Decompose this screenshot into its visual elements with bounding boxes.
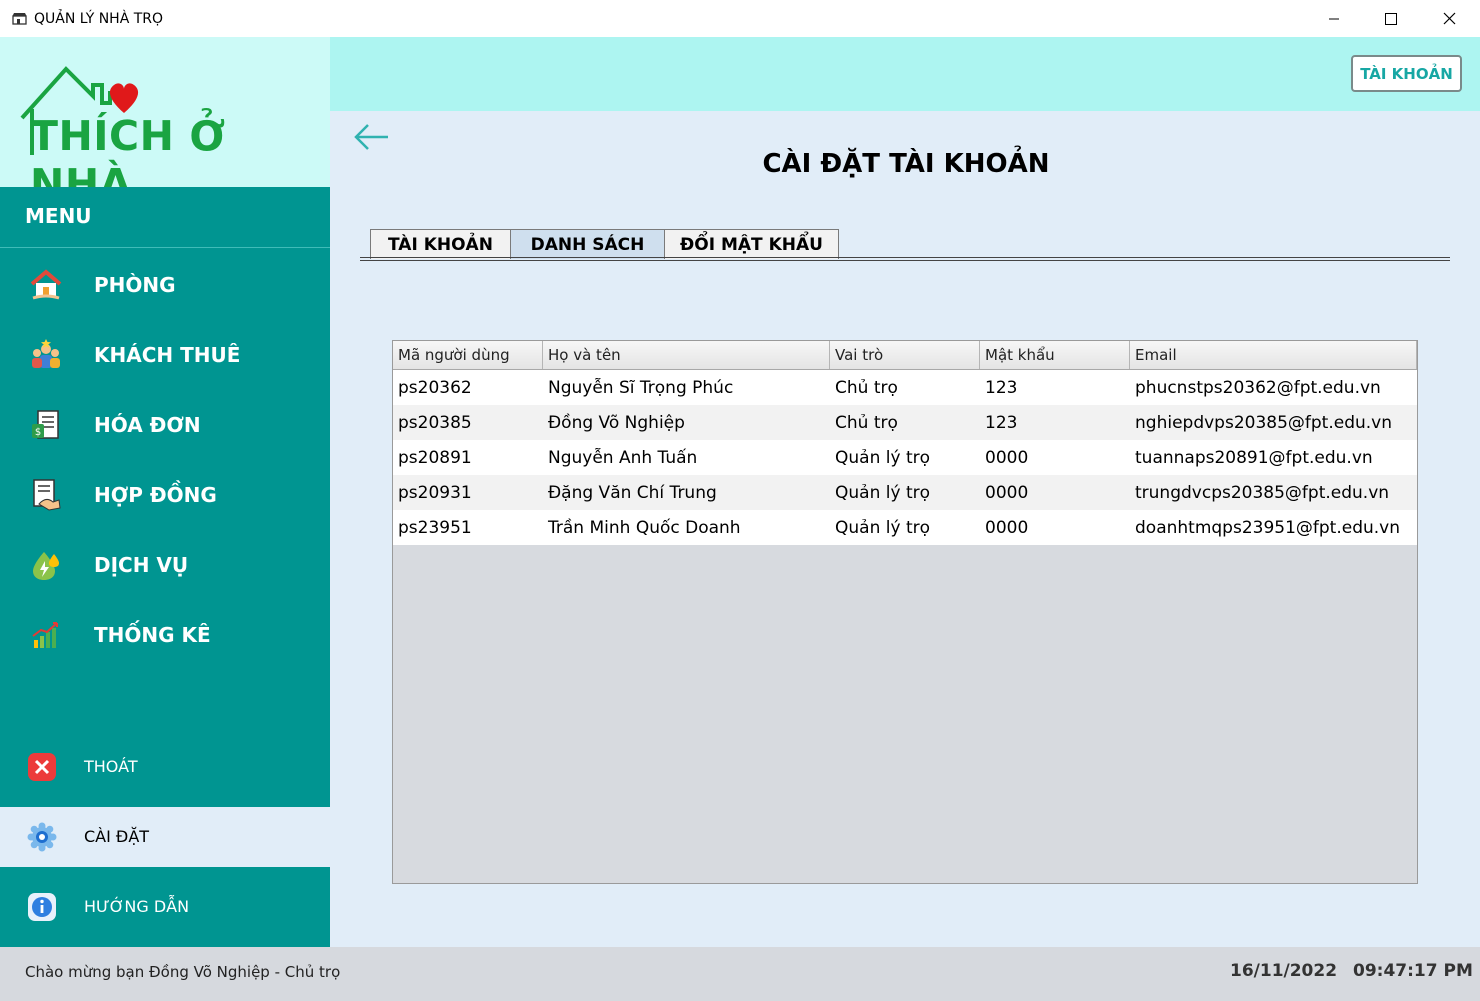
sidebar-item-label: THOÁT: [84, 757, 138, 776]
sidebar-item-settings[interactable]: CÀI ĐẶT: [0, 807, 330, 867]
welcome-message: Chào mừng bạn Đồng Võ Nghiệp - Chủ trọ: [25, 963, 341, 981]
column-header[interactable]: Vai trò: [830, 341, 980, 369]
tab-list[interactable]: DANH SÁCH: [510, 229, 665, 259]
cell-role: Chủ trọ: [835, 412, 898, 433]
menu-header: MENU: [0, 187, 330, 248]
exit-icon: [26, 751, 58, 783]
sidebar-item-label: THỐNG KÊ: [94, 623, 211, 647]
sidebar-item-label: DỊCH VỤ: [94, 553, 189, 577]
gear-icon: [26, 821, 58, 853]
account-button[interactable]: TÀI KHOẢN: [1351, 55, 1462, 92]
sidebar-item-contracts[interactable]: HỢP ĐỒNG: [0, 460, 330, 530]
minimize-icon: [1329, 18, 1339, 19]
sidebar-item-services[interactable]: DỊCH VỤ: [0, 530, 330, 600]
header-bar: TÀI KHOẢN: [330, 37, 1480, 111]
tab-bar: TÀI KHOẢN DANH SÁCH ĐỔI MẬT KHẨU: [370, 229, 839, 259]
cell-role: Quản lý trọ: [835, 482, 930, 503]
column-header[interactable]: Họ và tên: [543, 341, 830, 369]
chart-icon: [28, 617, 64, 653]
cell-user-id: ps20385: [398, 412, 472, 433]
cell-full-name: Đặng Văn Chí Trung: [548, 482, 717, 503]
cell-full-name: Trần Minh Quốc Doanh: [548, 517, 741, 538]
cell-role: Quản lý trọ: [835, 447, 930, 468]
sidebar-item-label: HƯỚNG DẪN: [84, 897, 190, 916]
sidebar-item-label: CÀI ĐẶT: [84, 827, 150, 846]
cell-password: 0000: [985, 482, 1029, 503]
page-title: CÀI ĐẶT TÀI KHOẢN: [762, 149, 1050, 179]
close-button[interactable]: [1420, 0, 1478, 37]
cell-password: 0000: [985, 517, 1029, 538]
column-header[interactable]: Mã người dùng: [393, 341, 543, 369]
utility-drop-icon: [28, 547, 64, 583]
sidebar-item-tenants[interactable]: KHÁCH THUÊ: [0, 320, 330, 390]
table-row[interactable]: ps20362 Nguyễn Sĩ Trọng Phúc Chủ trọ 123…: [393, 370, 1417, 405]
column-header[interactable]: Mật khẩu: [980, 341, 1130, 369]
cell-email: tuannaps20891@fpt.edu.vn: [1135, 447, 1373, 468]
tab-change-password[interactable]: ĐỔI MẬT KHẨU: [664, 229, 839, 259]
cell-role: Quản lý trọ: [835, 517, 930, 538]
tab-divider: [360, 257, 1450, 261]
cell-password: 123: [985, 377, 1018, 398]
table-row[interactable]: ps20891 Nguyễn Anh Tuấn Quản lý trọ 0000…: [393, 440, 1417, 475]
column-header[interactable]: Email: [1130, 341, 1417, 369]
cell-password: 0000: [985, 447, 1029, 468]
cell-email: phucnstps20362@fpt.edu.vn: [1135, 377, 1381, 398]
main-content: CÀI ĐẶT TÀI KHOẢN TÀI KHOẢN DANH SÁCH ĐỔ…: [330, 111, 1480, 947]
cell-full-name: Nguyễn Anh Tuấn: [548, 447, 698, 468]
table-row[interactable]: ps20931 Đặng Văn Chí Trung Quản lý trọ 0…: [393, 475, 1417, 510]
maximize-button[interactable]: [1362, 0, 1420, 37]
cell-email: doanhtmqps23951@fpt.edu.vn: [1135, 517, 1401, 538]
info-icon: [26, 891, 58, 923]
invoice-icon: $: [28, 407, 64, 443]
logo-area: THÍCH Ở NHÀ: [0, 37, 330, 208]
status-time: 09:47:17 PM: [1353, 961, 1473, 981]
table-header: Mã người dùng Họ và tên Vai trò Mật khẩu…: [393, 341, 1417, 370]
sidebar-item-label: KHÁCH THUÊ: [94, 343, 241, 367]
sidebar-item-statistics[interactable]: THỐNG KÊ: [0, 600, 330, 670]
cell-user-id: ps23951: [398, 517, 472, 538]
tab-account[interactable]: TÀI KHOẢN: [370, 229, 511, 259]
table-row[interactable]: ps23951 Trần Minh Quốc Doanh Quản lý trọ…: [393, 510, 1417, 545]
cell-user-id: ps20891: [398, 447, 472, 468]
cell-email: nghiepdvps20385@fpt.edu.vn: [1135, 412, 1393, 433]
contract-icon: [28, 477, 64, 513]
user-table: Mã người dùng Họ và tên Vai trò Mật khẩu…: [392, 340, 1418, 884]
window-titlebar: QUẢN LÝ NHÀ TRỌ: [0, 0, 1480, 37]
sidebar-item-label: HÓA ĐƠN: [94, 413, 201, 437]
house-icon: [28, 267, 64, 303]
status-date: 16/11/2022: [1230, 961, 1338, 981]
sidebar-item-exit[interactable]: THOÁT: [0, 737, 330, 797]
cell-email: trungdvcps20385@fpt.edu.vn: [1135, 482, 1390, 503]
people-icon: [28, 337, 64, 373]
close-icon: [1443, 12, 1455, 25]
minimize-button[interactable]: [1305, 0, 1363, 37]
sidebar-item-rooms[interactable]: PHÒNG: [0, 250, 330, 320]
sidebar: MENU PHÒNG KHÁCH THUÊ $ HÓA ĐƠN HỢP ĐỒNG…: [0, 187, 330, 947]
store-icon: [11, 12, 27, 26]
status-bar: Chào mừng bạn Đồng Võ Nghiệp - Chủ trọ 1…: [0, 947, 1480, 1001]
sidebar-item-label: PHÒNG: [94, 273, 176, 297]
cell-full-name: Đồng Võ Nghiệp: [548, 412, 685, 433]
svg-text:$: $: [35, 427, 41, 438]
window-title: QUẢN LÝ NHÀ TRỌ: [34, 10, 164, 27]
maximize-icon: [1385, 12, 1397, 25]
cell-role: Chủ trọ: [835, 377, 898, 398]
cell-user-id: ps20362: [398, 377, 472, 398]
sidebar-item-label: HỢP ĐỒNG: [94, 483, 217, 507]
sidebar-item-invoices[interactable]: $ HÓA ĐƠN: [0, 390, 330, 460]
menu-label: MENU: [25, 204, 92, 228]
sidebar-item-help[interactable]: HƯỚNG DẪN: [0, 877, 330, 937]
table-row[interactable]: ps20385 Đồng Võ Nghiệp Chủ trọ 123 nghie…: [393, 405, 1417, 440]
cell-user-id: ps20931: [398, 482, 472, 503]
cell-password: 123: [985, 412, 1018, 433]
cell-full-name: Nguyễn Sĩ Trọng Phúc: [548, 377, 734, 398]
